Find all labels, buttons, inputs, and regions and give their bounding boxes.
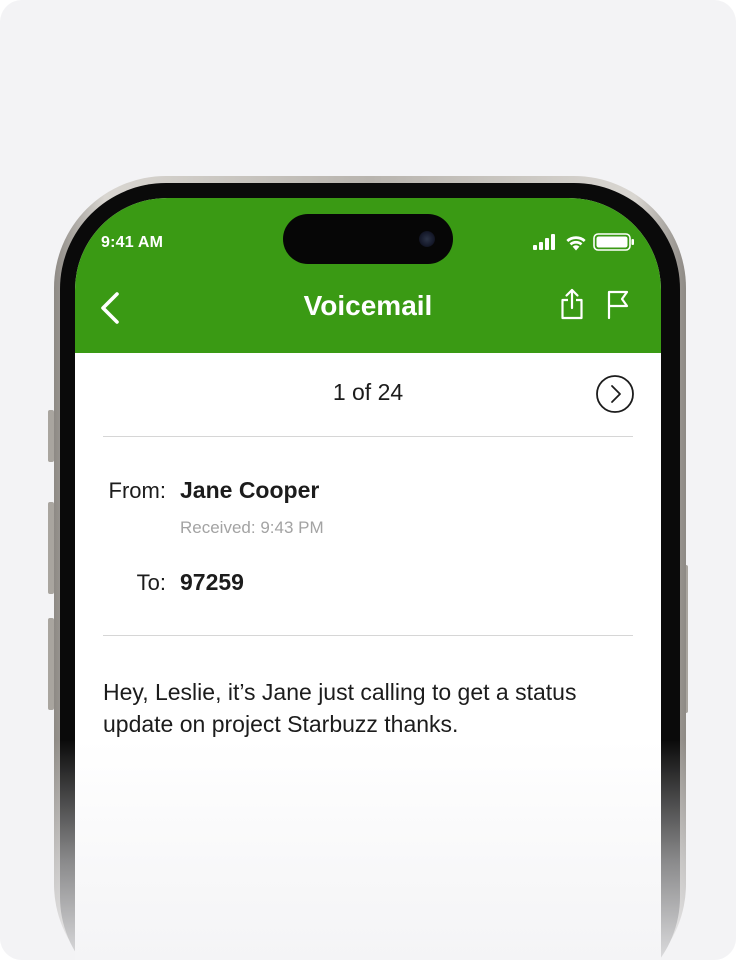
battery-icon: [593, 233, 634, 251]
voicemail-transcript: Hey, Leslie, it’s Jane just calling to g…: [103, 679, 577, 737]
wifi-icon: [566, 235, 586, 250]
divider: [103, 436, 633, 437]
to-label: To:: [136, 570, 166, 595]
share-icon[interactable]: [559, 286, 585, 322]
from-label: From:: [108, 478, 166, 503]
status-time: 9:41 AM: [101, 234, 164, 251]
dynamic-island: [283, 214, 453, 264]
status-icons: [533, 232, 635, 252]
flag-icon[interactable]: [605, 288, 631, 320]
pager: 1 of 24: [75, 353, 661, 436]
front-camera-icon: [419, 231, 435, 247]
phone-screen: 9:41 AM Voicemail 1 of 24 From: Jane Coo…: [75, 198, 661, 960]
divider: [103, 635, 633, 636]
signal-icon: [533, 234, 555, 250]
received-time: Received: 9:43 PM: [180, 518, 324, 537]
app-header: 9:41 AM Voicemail: [75, 198, 661, 353]
from-value: Jane Cooper: [180, 477, 320, 503]
to-value: 97259: [180, 569, 244, 595]
background-card: 9:41 AM Voicemail 1 of 24 From: Jane Coo…: [0, 0, 736, 960]
pager-count: 1 of 24: [332, 379, 404, 405]
chevron-right-circle-icon[interactable]: [595, 374, 635, 414]
